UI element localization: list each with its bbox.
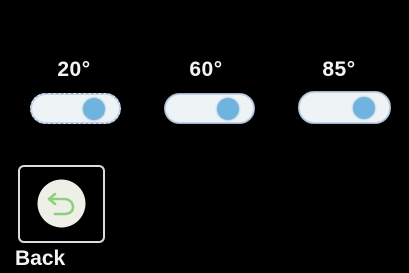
angle-label-20: 20°	[57, 58, 91, 81]
toggle-knob[interactable]	[353, 96, 375, 119]
undo-arrow-icon	[36, 178, 87, 229]
angle-label-85: 85°	[322, 58, 356, 81]
back-label: Back	[15, 247, 66, 270]
angle-toggle-85[interactable]	[298, 91, 391, 124]
back-button[interactable]	[18, 165, 105, 243]
angle-label-60: 60°	[189, 58, 223, 81]
angle-toggle-60[interactable]	[164, 93, 255, 124]
toggle-knob[interactable]	[217, 97, 239, 120]
screen: 20° 60° 85° Back	[0, 0, 409, 273]
toggle-knob[interactable]	[83, 97, 105, 120]
angle-toggle-20[interactable]	[30, 93, 121, 124]
